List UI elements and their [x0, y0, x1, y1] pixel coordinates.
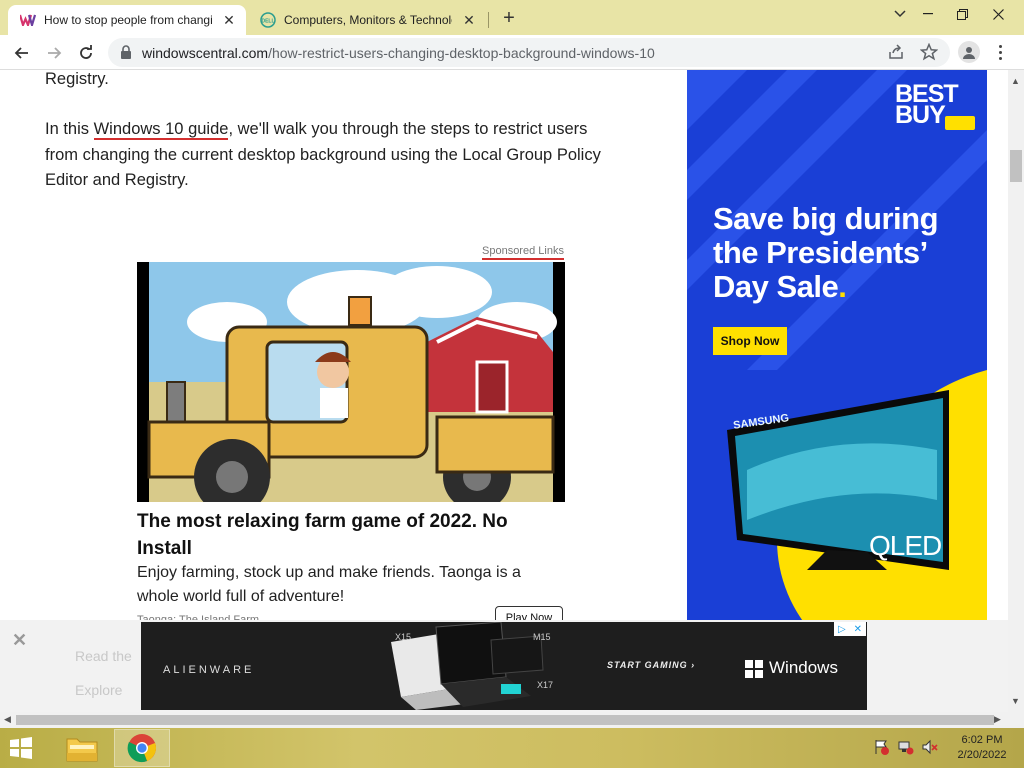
vertical-scrollbar[interactable]: ▲ ▼ [1008, 70, 1024, 712]
brand-line-2: BUY [895, 101, 946, 129]
model-label-3: X17 [537, 680, 554, 690]
forward-button[interactable] [40, 39, 68, 67]
windows-central-icon [20, 12, 36, 28]
svg-text:DELL: DELL [261, 19, 274, 25]
reload-icon [80, 45, 92, 59]
model-label-1: X15 [395, 632, 412, 642]
url-text: windowscentral.com/how-restrict-users-ch… [142, 45, 655, 61]
tab-strip: How to stop people from changi ✕ DELL Co… [0, 0, 1024, 35]
dell-icon: DELL [260, 12, 276, 28]
vertical-scroll-thumb[interactable] [1010, 150, 1022, 182]
volume-muted-icon[interactable] [922, 739, 940, 757]
intro-line-2: from changing the current desktop backgr… [45, 145, 601, 164]
screen: How to stop people from changi ✕ DELL Co… [0, 0, 1024, 768]
close-window-button[interactable] [978, 0, 1018, 28]
scroll-down-icon[interactable]: ▼ [1011, 696, 1020, 706]
tv-model-label: QLED [869, 530, 942, 561]
url-domain: windowscentral.com [142, 45, 269, 61]
clock-time: 6:02 PM [961, 734, 1003, 746]
farm-game-ad-image[interactable] [137, 262, 565, 502]
chrome-icon [127, 734, 156, 763]
article-text-fragment: Registry. [45, 70, 109, 88]
windows-10-guide-link[interactable]: Windows 10 guide [93, 120, 229, 140]
intro-line-3: Editor and Registry. [45, 171, 189, 189]
ad-title[interactable]: The most relaxing farm game of 2022. No … [137, 508, 567, 562]
hidden-text-2: Explore [75, 682, 123, 698]
alienware-ad[interactable]: ALIENWARE X15 M15 X17 START GAMING › Win… [141, 622, 867, 710]
share-icon[interactable] [888, 44, 904, 60]
windows-label: Windows [769, 658, 838, 677]
headline-dot: . [838, 269, 847, 304]
scroll-right-icon[interactable]: ▶ [994, 714, 1001, 725]
network-icon[interactable] [898, 739, 916, 757]
windows-logo-icon [745, 660, 763, 678]
action-center-flag-icon[interactable] [874, 739, 892, 757]
scroll-up-icon[interactable]: ▲ [1011, 76, 1020, 86]
tab-separator [488, 12, 489, 28]
shop-now-button[interactable]: Shop Now [713, 327, 787, 355]
close-tab-icon[interactable]: ✕ [460, 11, 478, 29]
best-buy-ad[interactable]: BEST BUY Save big during the Presidents’ … [687, 70, 987, 622]
address-bar[interactable]: windowscentral.com/how-restrict-users-ch… [108, 38, 950, 67]
ad-choices-icon[interactable]: ▷ ✕ [834, 622, 866, 636]
start-button[interactable] [6, 734, 40, 764]
system-clock[interactable]: 6:02 PM 2/20/2022 [950, 733, 1014, 763]
reload-button[interactable] [72, 39, 100, 67]
bookmark-star-icon[interactable] [920, 43, 938, 61]
back-arrow-icon [14, 47, 28, 59]
ad-description: Enjoy farming, stock up and make friends… [137, 564, 521, 605]
minimize-button[interactable] [910, 0, 946, 28]
article-intro-paragraph: In this Windows 10 guide, we'll walk you… [45, 117, 665, 194]
intro-prefix: In this [45, 120, 94, 138]
forward-arrow-icon [48, 47, 62, 59]
tab-title: How to stop people from changi [44, 13, 212, 27]
browser-toolbar: windowscentral.com/how-restrict-users-ch… [0, 35, 1024, 70]
close-ad-icon[interactable]: ✕ [12, 630, 27, 651]
ad-headline: Save big during the Presidents’ Day Sale… [713, 202, 983, 304]
taskbar: 6:02 PM 2/20/2022 [0, 728, 1024, 768]
profile-avatar-icon[interactable] [958, 41, 980, 63]
hidden-text-1: Read the [75, 648, 132, 664]
tab-active[interactable]: How to stop people from changi ✕ [8, 5, 246, 35]
clock-date: 2/20/2022 [957, 749, 1007, 761]
tab-title: Computers, Monitors & Technolo [284, 13, 452, 27]
close-tab-icon[interactable]: ✕ [220, 11, 238, 29]
chrome-taskbar-button[interactable] [114, 729, 170, 767]
model-label-2: M15 [533, 632, 551, 642]
alienware-logo: ALIENWARE [163, 664, 255, 676]
horizontal-scroll-thumb[interactable] [16, 715, 994, 725]
lock-icon [121, 45, 131, 59]
intro-rest: , we'll walk you through the steps to re… [228, 120, 588, 138]
browser-menu-icon[interactable] [992, 41, 1008, 63]
url-path: /how-restrict-users-changing-desktop-bac… [268, 45, 655, 61]
file-explorer-button[interactable] [54, 729, 110, 767]
best-buy-tag-icon [945, 116, 975, 130]
page-content: Registry. In this Windows 10 guide, we'l… [0, 70, 1008, 712]
sponsored-links-label[interactable]: Sponsored Links [482, 244, 564, 260]
restore-button[interactable] [944, 0, 980, 28]
new-tab-button[interactable]: + [496, 7, 522, 29]
horizontal-scrollbar[interactable]: ◀ ▶ [0, 712, 1024, 728]
tab-inactive[interactable]: DELL Computers, Monitors & Technolo ✕ [248, 5, 486, 35]
start-gaming-link[interactable]: START GAMING › [607, 660, 695, 670]
headline-text: Save big during the Presidents’ Day Sale [713, 201, 939, 304]
windows-start-icon [10, 737, 32, 759]
scroll-left-icon[interactable]: ◀ [4, 714, 11, 725]
back-button[interactable] [8, 39, 36, 67]
folder-icon [66, 738, 98, 762]
